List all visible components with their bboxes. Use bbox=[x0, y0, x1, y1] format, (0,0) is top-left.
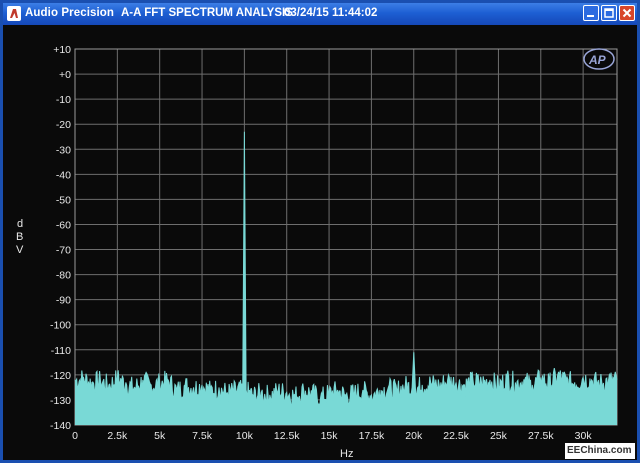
y-axis-unit-d: d bbox=[17, 218, 23, 230]
title-bar[interactable]: Audio Precision A-A FFT SPECTRUM ANALYSI… bbox=[3, 3, 637, 25]
x-tick-label: 25k bbox=[490, 430, 508, 442]
x-axis-label: Hz bbox=[340, 448, 353, 460]
x-tick-label: 30k bbox=[575, 430, 593, 442]
x-axis: 0 2.5k 5k 7.5k 10k 12.5k 15k 17.5k 20k 22.5k 25k 27… bbox=[72, 430, 592, 442]
close-icon bbox=[622, 8, 632, 18]
maximize-button[interactable] bbox=[601, 5, 617, 21]
ap-logo: AP bbox=[583, 48, 615, 70]
x-tick-label: 7.5k bbox=[192, 430, 213, 442]
window-title-timestamp: 03/24/15 11:44:02 bbox=[284, 7, 378, 19]
spectrum-trace bbox=[74, 131, 618, 407]
y-tick-label: -130 bbox=[50, 395, 71, 407]
x-tick-label: 15k bbox=[321, 430, 339, 442]
minimize-button[interactable] bbox=[583, 5, 599, 21]
x-tick-label: 22.5k bbox=[443, 430, 469, 442]
y-tick-label: -120 bbox=[50, 370, 71, 382]
app-logo-icon bbox=[7, 6, 21, 21]
ap-logo-text: AP bbox=[588, 53, 607, 67]
y-tick-label: -30 bbox=[56, 144, 71, 156]
plot-frame bbox=[74, 48, 618, 426]
application-window: Audio Precision A-A FFT SPECTRUM ANALYSI… bbox=[0, 0, 640, 463]
watermark-text: EEChina.com bbox=[567, 445, 632, 456]
fft-spectrum-chart: +10 +0 -10 -20 -30 -40 -50 -60 -70 -80 -90 -100 -110… bbox=[16, 44, 618, 460]
watermark: EEChina.com bbox=[565, 443, 635, 459]
y-tick-label: -80 bbox=[56, 270, 71, 282]
y-tick-label: -50 bbox=[56, 194, 71, 206]
y-tick-label: -60 bbox=[56, 219, 71, 231]
grid-lines bbox=[74, 48, 617, 426]
y-axis: +10 +0 -10 -20 -30 -40 -50 -60 -70 -80 -90 -100 -110… bbox=[50, 44, 71, 432]
x-tick-label: 20k bbox=[405, 430, 423, 442]
x-tick-label: 27.5k bbox=[528, 430, 554, 442]
y-tick-label: -10 bbox=[56, 94, 71, 106]
x-tick-label: 0 bbox=[72, 430, 78, 442]
close-button[interactable] bbox=[619, 5, 635, 21]
y-tick-label: -40 bbox=[56, 169, 71, 181]
y-tick-label: -90 bbox=[56, 295, 71, 307]
y-tick-label: -140 bbox=[50, 420, 71, 432]
minimize-icon bbox=[587, 15, 594, 17]
y-tick-label: +0 bbox=[59, 69, 71, 81]
maximize-icon bbox=[604, 8, 614, 18]
window-title-document: A-A FFT SPECTRUM ANALYSIS bbox=[121, 7, 293, 19]
x-tick-label: 5k bbox=[154, 430, 166, 442]
y-tick-label: -20 bbox=[56, 119, 71, 131]
y-axis-unit-v: V bbox=[16, 244, 24, 256]
y-tick-label: -70 bbox=[56, 245, 71, 257]
x-tick-label: 2.5k bbox=[107, 430, 128, 442]
y-tick-label: -100 bbox=[50, 320, 71, 332]
y-tick-label: +10 bbox=[53, 44, 71, 56]
y-axis-unit-b: B bbox=[16, 231, 23, 243]
x-tick-label: 12.5k bbox=[274, 430, 300, 442]
x-tick-label: 17.5k bbox=[359, 430, 385, 442]
y-tick-label: -110 bbox=[51, 345, 71, 357]
window-title-app: Audio Precision bbox=[25, 7, 115, 19]
x-tick-label: 10k bbox=[236, 430, 254, 442]
